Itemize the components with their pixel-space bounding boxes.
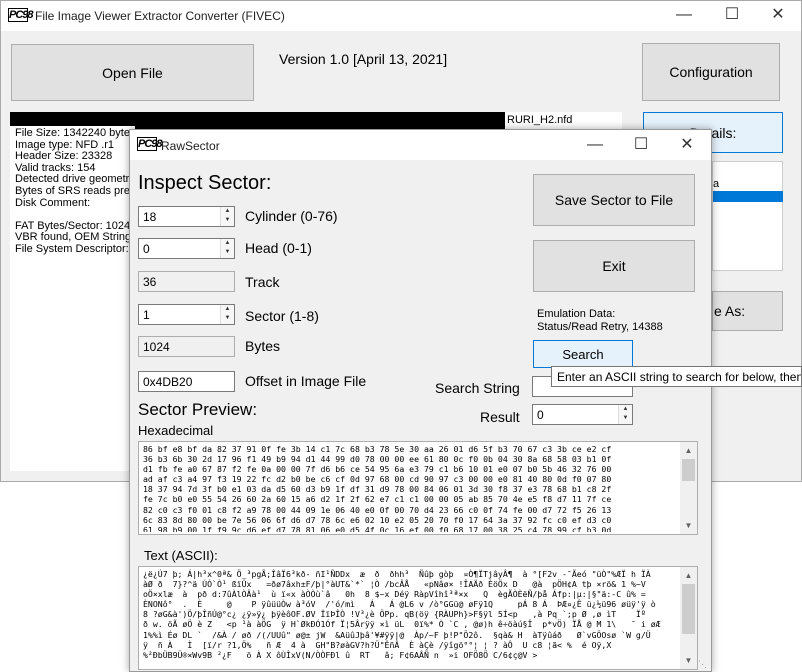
hex-line: 61 98 b9 00 1f f9 9c d6 ef d7 78 81 06 e… [143, 524, 612, 532]
close-icon[interactable]: ✕ [672, 134, 702, 156]
file-info-line: Valid tracks: 154 [15, 161, 96, 174]
close-icon[interactable]: ✕ [763, 4, 793, 26]
hex-line: d1 fb fe a0 67 87 f2 fe 0a 00 00 7f d6 b… [143, 464, 612, 475]
scroll-up-icon[interactable]: ▲ [680, 442, 697, 459]
offset-field[interactable]: 0x4DB20 [138, 371, 235, 392]
pc98-logo: PC98 [8, 8, 34, 22]
ascii-label: Text (ASCII): [144, 548, 218, 563]
file-info-line: FAT Bytes/Sector: 1024 [15, 219, 131, 232]
search-button[interactable]: Search [533, 340, 633, 368]
search-string-label: Search String [435, 380, 520, 396]
hex-line: 86 bf e8 bf da 82 37 91 0f fe 3b 14 c1 7… [143, 444, 612, 454]
track-field: 36 [138, 271, 235, 292]
version-text: Version 1.0 [April 13, 2021] [279, 51, 448, 67]
ascii-text: ¿ë¿Ú7 þ; Á|h³x^0ª& Ö_³pgÃ;ÎâÏ6³kð- ñI¹ÑD… [143, 569, 677, 667]
ascii-line: 1%%ì Éø DL ` /&À / øð /(/UUû" ø@± jW &Aü… [143, 629, 651, 640]
open-file-button[interactable]: Open File [11, 44, 254, 101]
scroll-thumb[interactable] [682, 584, 695, 634]
head-value: 0 [143, 242, 150, 256]
partition-list[interactable]: a [712, 161, 783, 271]
hex-line: 18 37 94 7d 3f b0 e1 03 da d5 60 d3 b9 1… [143, 484, 612, 495]
save-as-label: e As: [714, 303, 746, 319]
save-as-button[interactable]: e As: [712, 291, 783, 331]
hex-line: 82 c0 c3 f0 01 c8 f2 a9 78 00 44 09 1e 0… [143, 504, 612, 515]
sector-preview-heading: Sector Preview: [138, 400, 258, 419]
offset-label: Offset in Image File [245, 373, 367, 389]
list-item-selected[interactable] [713, 191, 783, 202]
resize-grip-icon[interactable]: ⋱ [698, 658, 710, 670]
cylinder-value: 18 [143, 210, 157, 224]
file-info-line: Detected drive geometry [15, 173, 135, 186]
scroll-up-icon[interactable]: ▲ [680, 567, 697, 584]
configuration-button[interactable]: Configuration [642, 43, 780, 101]
file-info-line: Header Size: 23328 [15, 150, 113, 163]
save-sector-button[interactable]: Save Sector to File [533, 174, 695, 226]
file-path-suffix: RURI_H2.nfd [505, 112, 622, 129]
hex-scrollbar[interactable]: ▲ ▼ [680, 442, 697, 534]
main-window-title: File Image Viewer Extractor Converter (F… [35, 9, 285, 23]
scroll-thumb[interactable] [682, 459, 695, 481]
file-info-line: File System Descriptor: _ [15, 243, 138, 255]
file-info-line: Image type: NFD .r1 [15, 138, 115, 151]
ascii-view[interactable]: ¿ë¿Ú7 þ; Á|h³x^0ª& Ö_³pgÃ;ÎâÏ6³kð- ñI¹ÑD… [138, 566, 698, 670]
spin-arrows-icon[interactable]: ▲ ▼ [220, 305, 234, 324]
emulation-status: Status/Read Retry, 14388 [537, 321, 663, 333]
ascii-scrollbar[interactable]: ▲ ▼ [680, 567, 697, 669]
exit-button[interactable]: Exit [533, 240, 695, 292]
inspect-sector-heading: Inspect Sector: [138, 172, 272, 194]
ascii-line: ¿ë¿Ú7 þ; Á|h³x^0ª& Ö_³pgÃ;ÎâÏ6³kð- ñI¹ÑD… [143, 569, 651, 579]
maximize-icon[interactable]: ☐ [717, 4, 747, 26]
bytes-label: Bytes [245, 338, 281, 354]
result-value: 0 [537, 408, 544, 422]
cylinder-stepper[interactable]: 18 ▲ ▼ [138, 206, 235, 227]
hex-line: ad af c3 a4 97 f3 19 22 fc d2 b0 be c6 c… [143, 474, 612, 485]
file-info-line: Disk Comment: [15, 196, 91, 209]
hex-text: 86 bf e8 bf da 82 37 91 0f fe 3b 14 c1 7… [143, 444, 677, 532]
file-info-pane: File Size: 1342240 bytes Image type: NFD … [10, 126, 142, 471]
minimize-icon[interactable]: — [669, 4, 699, 26]
ascii-line: àØ ð 7}?^ä ÚÒ`Ò¹ ßïÛx =ðø7âxh±F/þ|°àUT&`… [143, 579, 646, 590]
file-info-line: VBR found, OEM String: [15, 231, 135, 244]
result-label: Result [480, 409, 520, 425]
file-info-line: File Size: 1342240 bytes [15, 127, 136, 139]
result-stepper[interactable]: 0 ▲ ▼ [532, 404, 633, 425]
head-label: Head (0-1) [245, 240, 312, 256]
ascii-line: ÈNONô° . È @ P ÿûüüÒw à³óV /'ó/mì Á Á @L… [143, 599, 656, 610]
pc98-logo: PC98 [137, 137, 163, 151]
bytes-field: 1024 [138, 336, 235, 357]
sector-value: 1 [143, 308, 150, 322]
ascii-line: 8 ?øG&à')Ö/þÎñÚ@°c¿ ¿ÿ»ÿ¿ þÿèôOF.ØV ÏïÞÎ… [143, 609, 646, 620]
ascii-line: ÿ ñ À Ì [ï/r ?1,Ö% ñ Æ 4 à GH"B?øàGV?h?Ü… [143, 639, 612, 650]
ascii-line: oÖ×xlæ à pð d:7ûÀlÒÂà¹ ù ï«x àÒÒù`â 0h 8… [143, 589, 646, 600]
scroll-down-icon[interactable]: ▼ [680, 517, 697, 534]
rawsector-window: PC98 RawSector — ☐ ✕ Inspect Sector: 18 … [129, 129, 712, 672]
hex-line: 36 b3 6b 30 2d 17 96 f1 49 b9 94 d1 44 9… [143, 454, 612, 465]
emulation-label: Emulation Data: [537, 308, 616, 320]
ascii-line: ð w. öÃ øÖ è Z <p ¹à àÖG ÿ H`ØkÐÓ1Óf Ï¦5… [143, 619, 661, 630]
sector-stepper[interactable]: 1 ▲ ▼ [138, 304, 235, 325]
hex-view[interactable]: 86 bf e8 bf da 82 37 91 0f fe 3b 14 c1 7… [138, 441, 698, 535]
spin-arrows-icon[interactable]: ▲ ▼ [220, 239, 234, 258]
maximize-icon[interactable]: ☐ [626, 134, 656, 156]
hex-line: fe 7c b0 e0 55 54 26 60 2a 60 15 a6 d2 1… [143, 494, 612, 505]
search-tooltip: Enter an ASCII string to search for belo… [551, 366, 802, 387]
sector-label: Sector (1-8) [245, 308, 319, 324]
rawsector-title: RawSector [161, 139, 220, 153]
main-title-bar: PC98 File Image Viewer Extractor Convert… [1, 1, 801, 31]
minimize-icon[interactable]: — [580, 134, 610, 156]
track-label: Track [245, 274, 280, 290]
spin-arrows-icon[interactable]: ▲ ▼ [618, 405, 632, 424]
hexadecimal-label: Hexadecimal [138, 423, 214, 438]
file-info-line: Bytes of SRS reads prese [15, 185, 142, 197]
cylinder-label: Cylinder (0-76) [245, 208, 338, 224]
spin-arrows-icon[interactable]: ▲ ▼ [220, 207, 234, 226]
scroll-down-icon[interactable]: ▼ [680, 652, 697, 669]
head-stepper[interactable]: 0 ▲ ▼ [138, 238, 235, 259]
tooltip-text: Enter an ASCII string to search for belo… [557, 370, 802, 384]
list-item[interactable]: a [713, 178, 783, 192]
rawsector-title-bar: PC98 RawSector — ☐ ✕ [130, 130, 711, 160]
ascii-line: %²ÐbÜB9Ü®×Wv9B ²¿F ö À X ôÙÎxV(N/ÒÒFÐl û… [143, 649, 538, 660]
hex-line: 6c 83 8d 80 00 be 7e 56 06 6f d6 d7 78 6… [143, 514, 612, 525]
